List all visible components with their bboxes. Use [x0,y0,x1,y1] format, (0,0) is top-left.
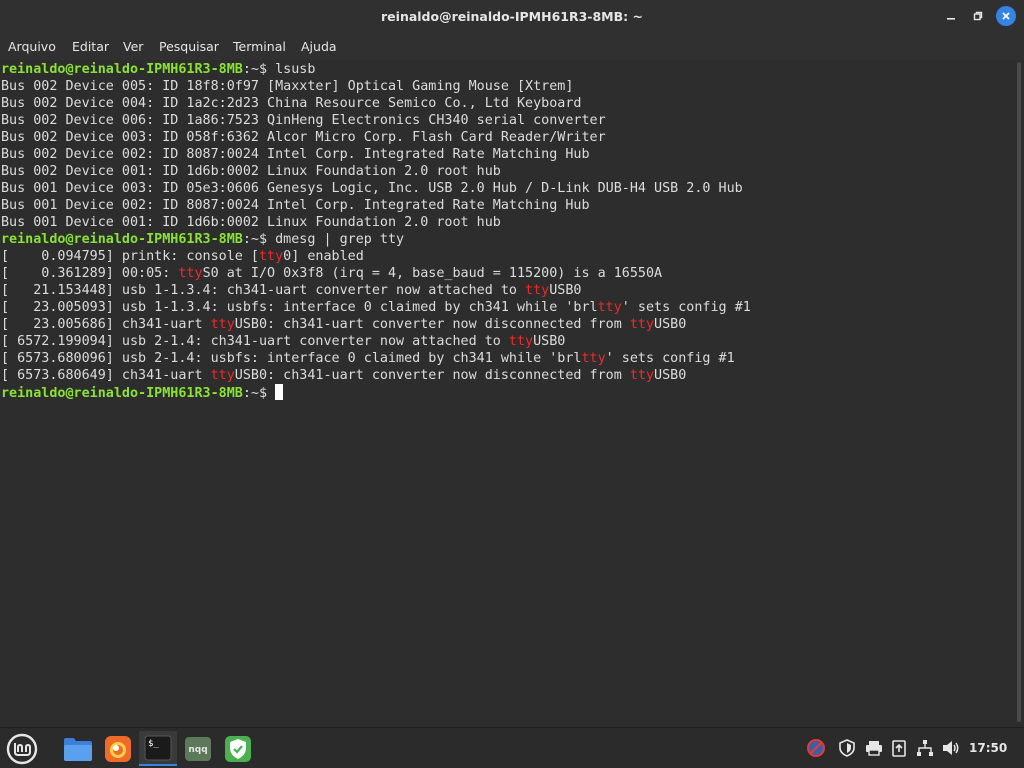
scrollbar[interactable] [1013,60,1024,727]
clock[interactable]: 17:50 [969,741,1007,755]
terminal-output[interactable]: reinaldo@reinaldo-IPMH61R3-8MB:~$ lsusb B… [0,60,1013,727]
terminal-window: reinaldo@reinaldo-IPMH61R3-8MB: ~ Arquiv… [0,0,1024,727]
folder-icon [64,737,92,761]
output-line: Bus 002 Device 001: ID 1d6b:0002 Linux F… [1,164,501,179]
minimize-icon [947,18,955,20]
shield-check-icon [225,735,251,762]
clipboard-icon [892,740,906,757]
output-line: Bus 002 Device 003: ID 058f:6362 Alcor M… [1,130,606,145]
tray-network[interactable] [915,738,935,758]
command-text: dmesg | grep tty [275,232,405,247]
close-icon [1002,12,1010,20]
output-line: Bus 001 Device 001: ID 1d6b:0002 Linux F… [1,215,501,230]
output-line: Bus 002 Device 004: ID 1a2c:2d23 China R… [1,96,582,111]
linux-mint-logo-icon [6,733,38,764]
prompt-user: reinaldo@reinaldo-IPMH61R3-8MB [1,62,243,77]
printer-icon [866,741,882,756]
taskbar: $_ nqq 17:50 [0,727,1024,768]
grep-match: tty [178,266,203,281]
restore-icon [973,11,983,21]
taskbar-files[interactable] [59,731,97,766]
output-line: [ 23.005093] usb 1-1.3.4: usbfs: interfa… [1,300,751,315]
prompt-path: :~$ [242,386,276,401]
menu-ajuda[interactable]: Ajuda [301,39,337,54]
maximize-button[interactable] [968,6,988,26]
taskbar-terminal[interactable]: $_ [139,731,177,766]
taskbar-firefox[interactable] [99,731,137,766]
prompt-path: :~$ [242,62,276,77]
menu-button[interactable] [3,731,41,766]
output-line: Bus 001 Device 002: ID 8087:0024 Intel C… [1,198,590,213]
taskbar-update-manager[interactable] [219,731,257,766]
notepadqq-icon: nqq [185,736,211,761]
menu-ver[interactable]: Ver [123,39,143,54]
firefox-icon [105,735,131,762]
output-line: [ 23.005686] ch341-uart ttyUSB0: ch341-u… [1,317,687,332]
output-line: Bus 001 Device 003: ID 05e3:0606 Genesys… [1,181,743,196]
output-line: [ 21.153448] usb 1-1.3.4: ch341-uart con… [1,283,582,298]
output-line: Bus 002 Device 005: ID 18f8:0f97 [Maxxte… [1,79,574,94]
grep-match: tty [581,351,606,366]
taskbar-notepadqq[interactable]: nqq [179,731,217,766]
notepadqq-label: nqq [188,745,207,755]
grep-match: tty [525,283,550,298]
output-line: Bus 002 Device 002: ID 8087:0024 Intel C… [1,147,590,162]
tray-clipboard[interactable] [889,738,909,758]
grep-match: tty [508,334,534,349]
menu-pesquisar[interactable]: Pesquisar [159,39,219,54]
grep-match: tty [597,300,622,315]
output-line: Bus 002 Device 006: ID 1a86:7523 QinHeng… [1,113,606,128]
menu-bar: Arquivo Editar Ver Pesquisar Terminal Aj… [0,33,1024,60]
text-cursor [275,384,284,400]
output-line: [ 0.094795] printk: console [tty0] enabl… [1,249,364,264]
output-line: [ 6573.680649] ch341-uart ttyUSB0: ch341… [1,368,687,383]
tray-printer[interactable] [864,738,884,758]
terminal-icon: $_ [144,735,172,760]
tray-volume[interactable] [941,738,961,758]
tray-shield[interactable] [837,738,857,758]
output-line: [ 6573.680096] usb 2-1.4: usbfs: interfa… [1,351,735,366]
prompt-line: reinaldo@reinaldo-IPMH61R3-8MB:~$ [1,384,284,401]
menu-terminal[interactable]: Terminal [233,39,286,54]
menu-arquivo[interactable]: Arquivo [8,39,56,54]
volume-icon [943,741,959,755]
network-blocked-icon [807,739,825,757]
title-bar[interactable]: reinaldo@reinaldo-IPMH61R3-8MB: ~ [0,0,1024,33]
shield-icon [839,739,855,757]
menu-editar[interactable]: Editar [72,39,109,54]
output-line: [ 0.361289] 00:05: ttyS0 at I/O 0x3f8 (i… [1,266,663,281]
prompt-user: reinaldo@reinaldo-IPMH61R3-8MB [1,232,243,247]
prompt-user: reinaldo@reinaldo-IPMH61R3-8MB [1,386,243,401]
grep-match: tty [210,368,235,383]
minimize-button[interactable] [941,6,961,26]
close-button[interactable] [996,6,1016,26]
prompt-line: reinaldo@reinaldo-IPMH61R3-8MB:~$ dmesg … [1,231,404,248]
command-text: lsusb [275,62,316,77]
grep-match: tty [629,317,655,332]
output-line: [ 6572.199094] usb 2-1.4: ch341-uart con… [1,334,566,349]
prompt-line: reinaldo@reinaldo-IPMH61R3-8MB:~$ lsusb [1,61,315,78]
svg-text:$_: $_ [148,739,159,749]
network-icon [917,740,933,756]
grep-match: tty [258,249,284,264]
prompt-path: :~$ [242,232,276,247]
grep-match: tty [210,317,235,332]
grep-match: tty [629,368,655,383]
window-title: reinaldo@reinaldo-IPMH61R3-8MB: ~ [381,9,643,24]
scrollbar-thumb[interactable] [1017,62,1021,722]
tray-network-blocked[interactable] [806,738,826,758]
